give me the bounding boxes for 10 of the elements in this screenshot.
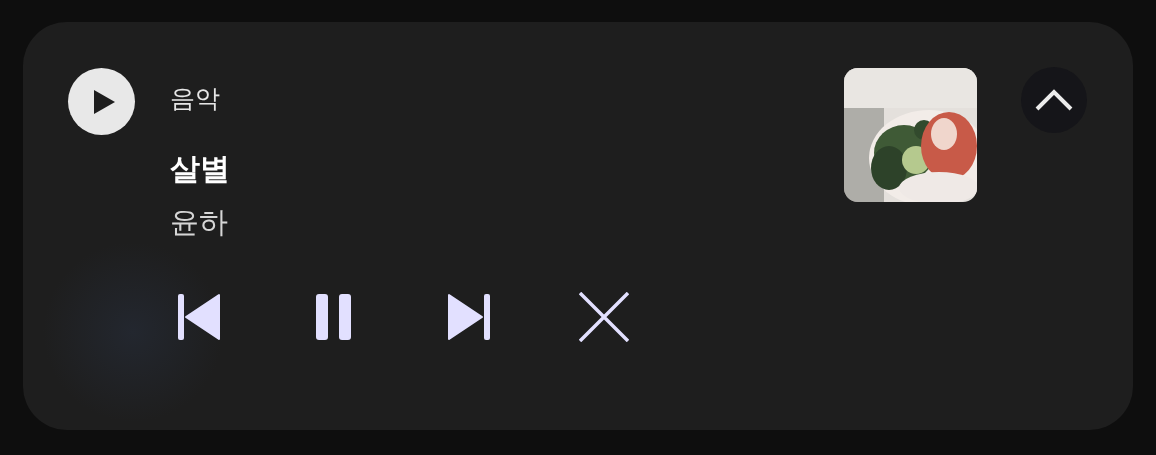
skip-previous-icon xyxy=(178,293,220,341)
pause-icon xyxy=(316,293,352,341)
play-icon xyxy=(92,88,116,115)
app-name: 음악 xyxy=(170,84,220,114)
song-title: 살별 xyxy=(170,150,230,188)
close-button[interactable] xyxy=(579,292,629,342)
artist-name: 윤하 xyxy=(170,204,228,240)
skip-next-icon xyxy=(448,293,490,341)
close-icon xyxy=(579,292,629,342)
chevron-icon xyxy=(1035,89,1073,111)
